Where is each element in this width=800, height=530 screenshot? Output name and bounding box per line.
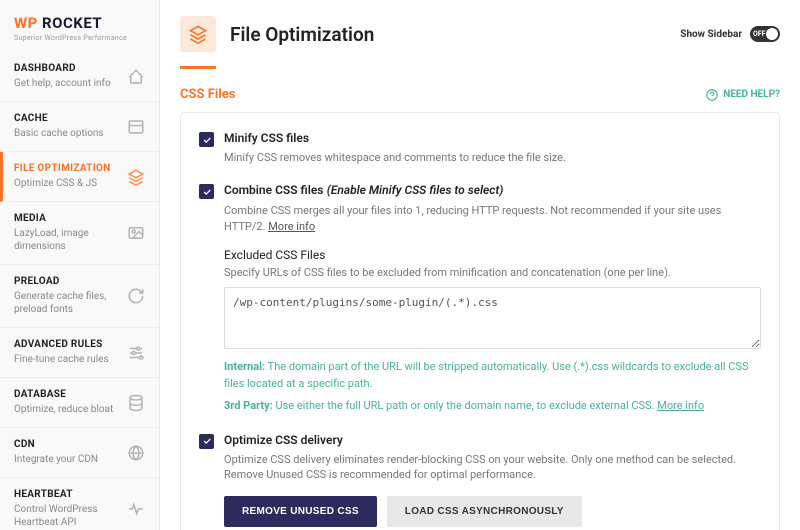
logo-wp: WP [14,14,38,32]
check-icon [202,187,212,197]
nav-sub: Integrate your CDN [14,453,121,466]
logo-rocket: ROCKET [42,14,102,32]
sidebar-item-file-optimization[interactable]: FILE OPTIMIZATION Optimize CSS & JS [0,152,159,202]
page-title: File Optimization [230,23,680,46]
excluded-css-block: Excluded CSS Files Specify URLs of CSS f… [224,248,761,415]
nav-title: CACHE [14,113,121,124]
sidebar: WP ROCKET Superior WordPress Performance… [0,0,160,530]
cache-icon [127,118,145,136]
optimize-css-checkbox[interactable] [199,434,214,449]
show-sidebar-label: Show Sidebar [680,29,742,40]
load-css-async-button[interactable]: LOAD CSS ASYNCHRONOUSLY [387,496,582,527]
check-icon [202,436,212,446]
toggle-switch[interactable]: OFF [750,26,780,42]
content-area: Minify CSS files Minify CSS removes whit… [160,112,800,530]
logo-tagline: Superior WordPress Performance [14,34,145,42]
sliders-icon [127,344,145,362]
nav-title: FILE OPTIMIZATION [14,163,121,174]
need-help-link[interactable]: NEED HELP? [705,88,780,102]
nav-sub: Get help, account info [14,77,121,90]
logo: WP ROCKET Superior WordPress Performance [0,0,159,52]
sidebar-item-cache[interactable]: CACHE Basic cache options [0,102,159,152]
combine-css-hint: (Enable Minify CSS files to select) [327,183,504,197]
heartbeat-icon [127,500,145,518]
nav-sub: Optimize, reduce bloat [14,403,121,416]
nav-sub: Fine-tune cache rules [14,353,121,366]
sidebar-item-preload[interactable]: PRELOAD Generate cache files, preload fon… [0,265,159,328]
sidebar-item-advanced-rules[interactable]: ADVANCED RULES Fine-tune cache rules [0,328,159,378]
nav-sub: Optimize CSS & JS [14,177,121,190]
section-title: CSS Files [180,87,235,102]
option-optimize-css: Optimize CSS delivery Optimize CSS deliv… [199,433,761,528]
optimize-css-desc: Optimize CSS delivery eliminates render-… [224,452,761,483]
section-header: CSS Files NEED HELP? [160,69,800,112]
sidebar-item-dashboard[interactable]: DASHBOARD Get help, account info [0,52,159,102]
nav-sub: LazyLoad, image dimensions [14,227,121,253]
sidebar-item-heartbeat[interactable]: HEARTBEAT Control WordPress Heartbeat API [0,478,159,530]
excluded-more-info-link[interactable]: More info [657,399,704,412]
nav-title: CDN [14,439,121,450]
css-files-panel: Minify CSS files Minify CSS removes whit… [180,112,780,530]
header-layers-icon [180,16,216,52]
minify-css-checkbox[interactable] [199,132,214,147]
excluded-css-desc: Specify URLs of CSS files to be excluded… [224,266,761,279]
nav-title: HEARTBEAT [14,489,121,500]
help-icon [705,88,719,102]
remove-unused-css-button[interactable]: REMOVE UNUSED CSS [224,496,377,527]
nav-title: DATABASE [14,389,121,400]
combine-more-info-link[interactable]: More info [268,220,315,233]
nav-title: MEDIA [14,213,121,224]
layers-icon [127,168,145,186]
minify-css-desc: Minify CSS removes whitespace and commen… [224,150,761,165]
minify-css-label: Minify CSS files [224,131,761,145]
page-header: File Optimization Show Sidebar OFF [160,0,800,52]
database-icon [127,394,145,412]
nav-title: DASHBOARD [14,63,121,74]
option-combine-css: Combine CSS files (Enable Minify CSS fil… [199,183,761,414]
sidebar-item-database[interactable]: DATABASE Optimize, reduce bloat [0,378,159,428]
combine-css-label: Combine CSS files [224,183,323,197]
show-sidebar-toggle[interactable]: Show Sidebar OFF [680,26,780,42]
option-minify-css: Minify CSS files Minify CSS removes whit… [199,131,761,165]
excluded-css-textarea[interactable] [224,287,761,349]
combine-css-checkbox[interactable] [199,184,214,199]
home-icon [127,68,145,86]
excluded-note-internal: Internal: The domain part of the URL wil… [224,359,761,392]
nav-title: ADVANCED RULES [14,339,121,350]
nav-sub: Basic cache options [14,127,121,140]
sidebar-item-media[interactable]: MEDIA LazyLoad, image dimensions [0,202,159,265]
nav-sub: Generate cache files, preload fonts [14,290,121,316]
excluded-note-3rdparty: 3rd Party: Use either the full URL path … [224,398,761,415]
need-help-label: NEED HELP? [723,89,780,100]
optimize-button-row: REMOVE UNUSED CSS LOAD CSS ASYNCHRONOUSL… [224,496,761,527]
media-icon [127,224,145,242]
sidebar-item-cdn[interactable]: CDN Integrate your CDN [0,428,159,478]
globe-icon [127,444,145,462]
nav-title: PRELOAD [14,276,121,287]
nav-sub: Control WordPress Heartbeat API [14,503,121,529]
refresh-icon [127,287,145,305]
optimize-css-label: Optimize CSS delivery [224,433,761,447]
main: File Optimization Show Sidebar OFF CSS F… [160,0,800,530]
check-icon [202,135,212,145]
excluded-css-label: Excluded CSS Files [224,248,761,262]
toggle-state: OFF [753,30,766,38]
